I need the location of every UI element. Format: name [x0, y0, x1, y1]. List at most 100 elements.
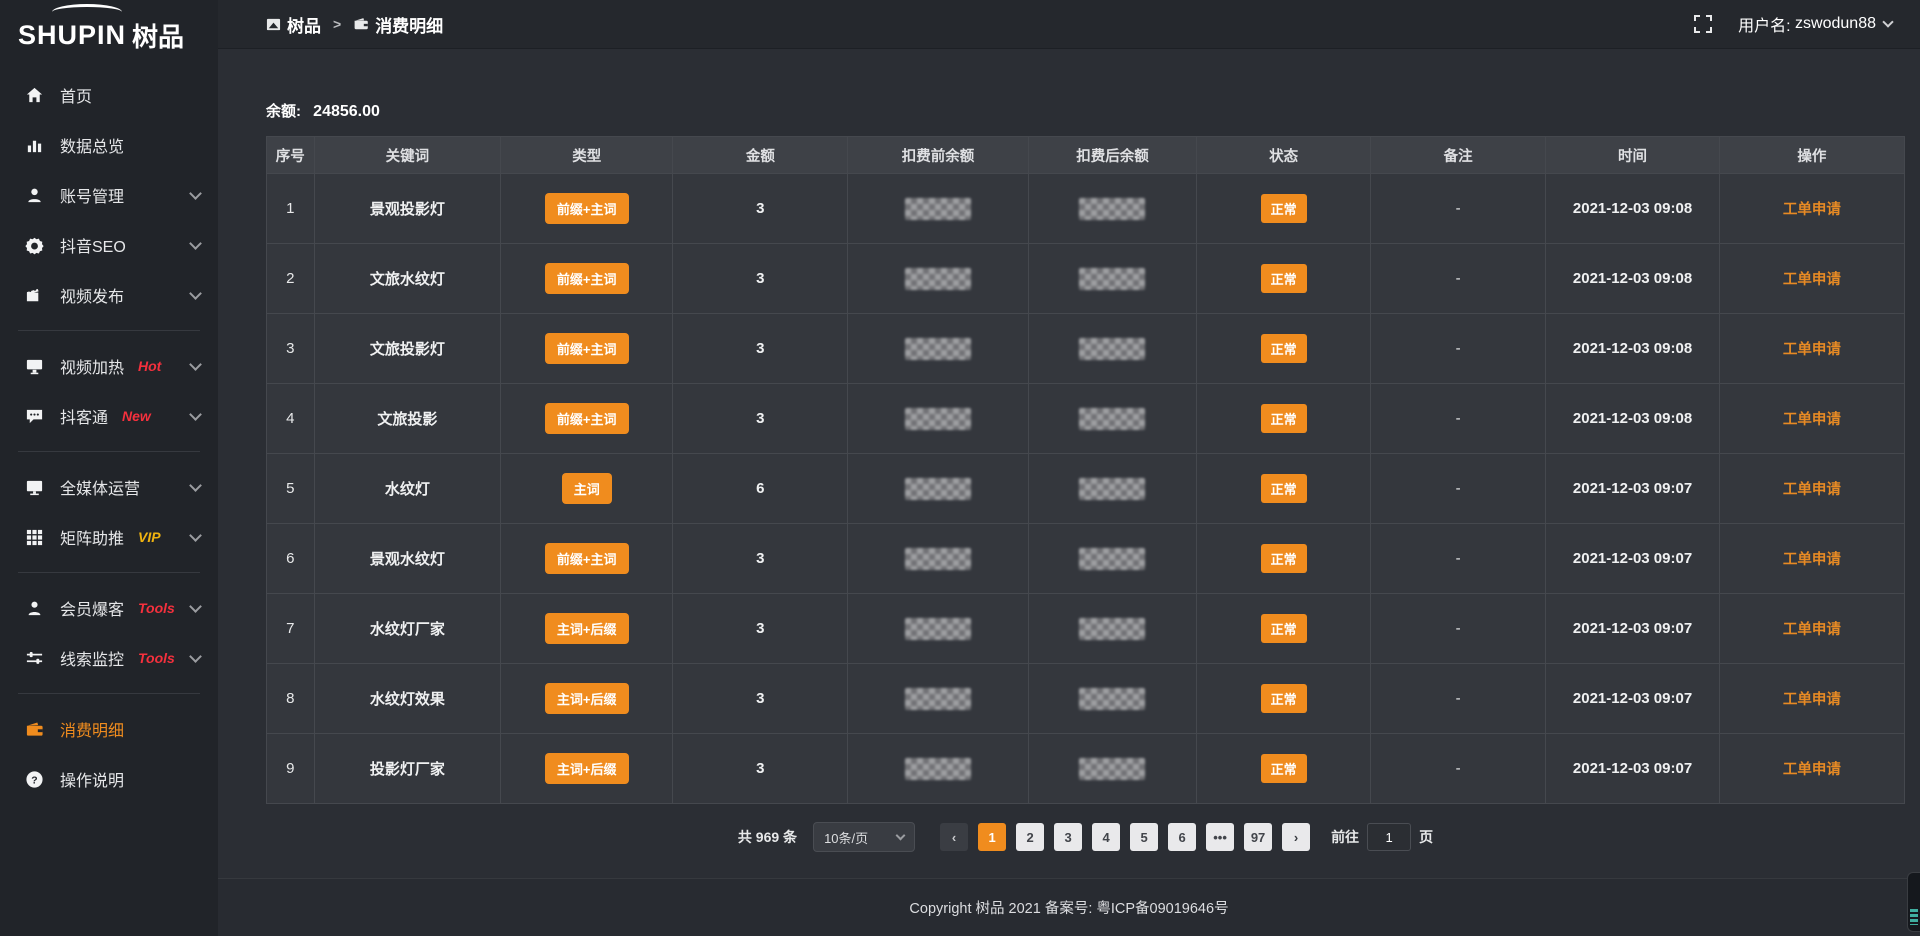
- sidebar-item-label: 线索监控: [60, 646, 124, 670]
- breadcrumb-item-消费明细[interactable]: 消费明细: [353, 12, 443, 37]
- grid-icon: [24, 527, 44, 547]
- work-order-link[interactable]: 工单申请: [1783, 342, 1841, 358]
- sidebar-item-视频发布[interactable]: 视频发布: [0, 270, 218, 320]
- member-icon: [24, 598, 44, 618]
- page-button-2[interactable]: 2: [1016, 823, 1044, 851]
- logo-text-cn: 树品: [132, 17, 184, 54]
- goto-label: 前往: [1331, 827, 1359, 847]
- table-row: 1景观投影灯前缀+主词3正常-2021-12-03 09:08工单申请: [267, 174, 1905, 244]
- prev-page-button[interactable]: ‹: [940, 823, 968, 851]
- chevron-down-icon: [189, 408, 202, 421]
- cell-amount: 3: [673, 384, 848, 454]
- masked-balance-before: [905, 408, 971, 430]
- cell-seq: 8: [267, 664, 315, 734]
- cell-amount: 3: [673, 524, 848, 594]
- masked-balance-after: [1079, 338, 1145, 360]
- pagination-total: 共 969 条: [738, 827, 797, 847]
- column-header-关键词: 关键词: [314, 137, 501, 174]
- pagination: 共 969 条10条/页‹123456•••97›前往页: [266, 822, 1905, 852]
- page-button-97[interactable]: 97: [1244, 823, 1272, 851]
- cell-balance-after: [1028, 244, 1197, 314]
- type-badge: 主词+后缀: [545, 683, 629, 714]
- cell-time: 2021-12-03 09:08: [1546, 384, 1720, 454]
- type-badge: 主词+后缀: [545, 613, 629, 644]
- status-badge: 正常: [1261, 614, 1307, 643]
- cell-amount: 6: [673, 454, 848, 524]
- column-header-金额: 金额: [673, 137, 848, 174]
- column-header-时间: 时间: [1546, 137, 1720, 174]
- work-order-link[interactable]: 工单申请: [1783, 412, 1841, 428]
- work-order-link[interactable]: 工单申请: [1783, 622, 1841, 638]
- cell-time: 2021-12-03 09:08: [1546, 174, 1720, 244]
- sidebar-item-操作说明[interactable]: ?操作说明: [0, 754, 218, 804]
- sidebar-item-label: 全媒体运营: [60, 475, 140, 499]
- menu-tag-Tools: Tools: [138, 650, 175, 666]
- sidebar-item-视频加热[interactable]: 视频加热Hot: [0, 341, 218, 391]
- footer: Copyright 树品 2021 备案号: 粤ICP备09019646号: [218, 878, 1920, 936]
- table-row: 3文旅投影灯前缀+主词3正常-2021-12-03 09:08工单申请: [267, 314, 1905, 384]
- sidebar-item-线索监控[interactable]: 线索监控 Tools: [0, 633, 218, 683]
- balance-value: 24856.00: [313, 103, 380, 120]
- work-order-link[interactable]: 工单申请: [1783, 692, 1841, 708]
- menu-tag-New: New: [122, 408, 151, 424]
- question-icon: ?: [24, 769, 44, 789]
- cell-balance-after: [1028, 454, 1197, 524]
- sidebar-item-账号管理[interactable]: 账号管理: [0, 170, 218, 220]
- page-size-value: 10条/页: [824, 828, 868, 847]
- cell-balance-after: [1028, 314, 1197, 384]
- balance-label: 余额:: [266, 103, 301, 120]
- next-page-button[interactable]: ›: [1282, 823, 1310, 851]
- sliders-icon: [24, 648, 44, 668]
- sidebar-item-抖音SEO[interactable]: 抖音SEO: [0, 220, 218, 270]
- chevron-down-icon: [189, 237, 202, 250]
- work-order-link[interactable]: 工单申请: [1783, 202, 1841, 218]
- cell-keyword: 景观水纹灯: [314, 524, 501, 594]
- logo-text-en: SHUPIN: [18, 20, 126, 51]
- sidebar-item-消费明细[interactable]: 消费明细: [0, 704, 218, 754]
- cell-type: 前缀+主词: [501, 314, 673, 384]
- page-button-5[interactable]: 5: [1130, 823, 1158, 851]
- breadcrumb-separator: >: [333, 16, 341, 32]
- sidebar-item-矩阵助推[interactable]: 矩阵助推VIP: [0, 512, 218, 562]
- app: SHUPIN 树品 首页数据总览账号管理抖音SEO视频发布视频加热Hot抖客通N…: [0, 0, 1920, 936]
- sidebar-item-全媒体运营[interactable]: 全媒体运营: [0, 462, 218, 512]
- sidebar-item-抖客通[interactable]: 抖客通New: [0, 391, 218, 441]
- type-badge: 前缀+主词: [545, 263, 629, 294]
- corner-floating-widget[interactable]: [1907, 872, 1920, 932]
- corner-widget-stripes-icon: [1910, 909, 1918, 925]
- fullscreen-icon[interactable]: [1694, 15, 1712, 33]
- sidebar-item-会员爆客[interactable]: 会员爆客Tools: [0, 583, 218, 633]
- table-body: 1景观投影灯前缀+主词3正常-2021-12-03 09:08工单申请2文旅水纹…: [267, 174, 1905, 804]
- work-order-link[interactable]: 工单申请: [1783, 762, 1841, 778]
- menu-divider: [18, 693, 200, 694]
- user-menu[interactable]: 用户名: zswodun88: [1738, 12, 1892, 36]
- work-order-link[interactable]: 工单申请: [1783, 482, 1841, 498]
- masked-balance-before: [905, 688, 971, 710]
- work-order-link[interactable]: 工单申请: [1783, 552, 1841, 568]
- page-button-3[interactable]: 3: [1054, 823, 1082, 851]
- cell-balance-before: [848, 174, 1028, 244]
- sidebar-item-label: 矩阵助推: [60, 525, 124, 549]
- work-order-link[interactable]: 工单申请: [1783, 272, 1841, 288]
- cell-status: 正常: [1197, 174, 1371, 244]
- cell-status: 正常: [1197, 524, 1371, 594]
- chevron-down-icon: [189, 529, 202, 542]
- sidebar-item-首页[interactable]: 首页: [0, 70, 218, 120]
- breadcrumb-item-树品[interactable]: 树品: [266, 12, 321, 37]
- wallet-icon: [24, 719, 44, 739]
- page-ellipsis-button[interactable]: •••: [1206, 823, 1234, 851]
- page-button-1[interactable]: 1: [978, 823, 1006, 851]
- cell-status: 正常: [1197, 664, 1371, 734]
- cell-type: 主词+后缀: [501, 594, 673, 664]
- sidebar-item-数据总览[interactable]: 数据总览: [0, 120, 218, 170]
- goto-page-input[interactable]: [1367, 823, 1411, 851]
- type-badge: 前缀+主词: [545, 543, 629, 574]
- page-button-4[interactable]: 4: [1092, 823, 1120, 851]
- page-size-select[interactable]: 10条/页: [813, 822, 915, 852]
- cell-action: 工单申请: [1719, 384, 1904, 454]
- cell-keyword: 文旅投影灯: [314, 314, 501, 384]
- cell-type: 主词+后缀: [501, 734, 673, 804]
- page-button-6[interactable]: 6: [1168, 823, 1196, 851]
- masked-balance-after: [1079, 408, 1145, 430]
- cell-time: 2021-12-03 09:07: [1546, 454, 1720, 524]
